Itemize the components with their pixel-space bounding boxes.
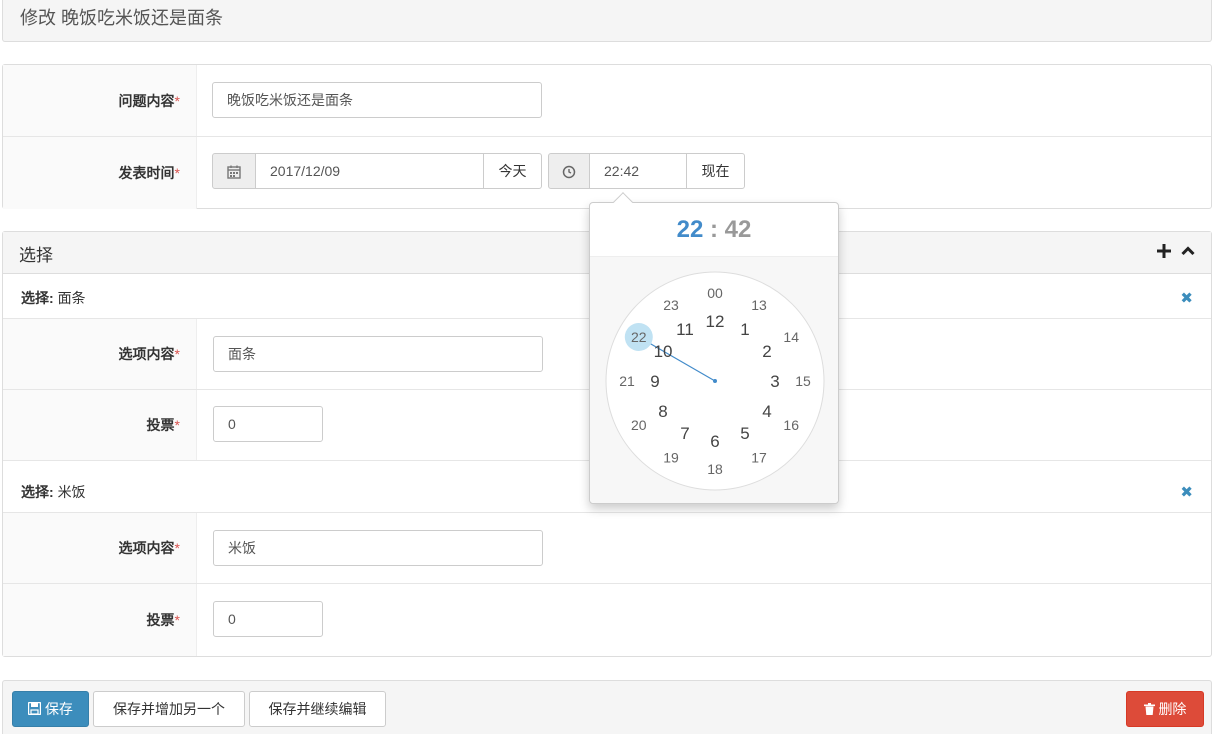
clock-hour-outer[interactable]: 18 bbox=[707, 461, 723, 477]
time-separator: : bbox=[710, 216, 718, 243]
clock-icon bbox=[548, 153, 590, 189]
clock-hour-inner[interactable]: 12 bbox=[706, 312, 725, 331]
trash-icon bbox=[1143, 703, 1155, 715]
clock-hour-inner[interactable]: 4 bbox=[762, 402, 771, 421]
required-mark: * bbox=[174, 346, 180, 362]
clock-dial[interactable]: 00131415161718192021222312 1234567891011 bbox=[590, 257, 840, 503]
required-mark: * bbox=[174, 165, 180, 181]
required-mark: * bbox=[174, 540, 180, 556]
choice-content-label: 选项内容 bbox=[118, 346, 175, 362]
clock-hour-inner[interactable]: 7 bbox=[680, 424, 689, 443]
minute-display[interactable]: 42 bbox=[725, 216, 752, 243]
page-header: 修改 晚饭吃米饭还是面条 bbox=[2, 0, 1212, 42]
remove-choice-icon[interactable]: ✖ bbox=[1180, 483, 1193, 501]
votes-label: 投票 bbox=[146, 417, 175, 433]
clock-hour-inner[interactable]: 11 bbox=[676, 320, 694, 339]
page-title: 修改 晚饭吃米饭还是面条 bbox=[20, 8, 223, 28]
clock-hour-inner[interactable]: 2 bbox=[762, 342, 771, 361]
date-input[interactable]: 2017/12/09 bbox=[255, 153, 484, 189]
choice-name: 面条 bbox=[57, 290, 86, 306]
choice-title: 选择: 面条 bbox=[21, 290, 86, 306]
required-mark: * bbox=[174, 417, 180, 433]
save-button-label: 保存 bbox=[44, 701, 73, 717]
clock-picker-header: 22 : 42 bbox=[590, 203, 838, 257]
clock-center-dot bbox=[713, 379, 717, 383]
choice-title: 选择: 米饭 bbox=[21, 484, 86, 500]
votes-input[interactable]: 0 bbox=[213, 406, 323, 442]
choice-content-input[interactable]: 面条 bbox=[213, 336, 543, 372]
floppy-disk-icon bbox=[27, 701, 42, 716]
clock-hour-inner[interactable]: 10 bbox=[654, 342, 673, 361]
choice-votes-row: 投票* 0 bbox=[3, 584, 1211, 656]
choice-content-label: 选项内容 bbox=[118, 540, 175, 556]
choice-content-row: 选项内容* 米饭 bbox=[3, 512, 1211, 584]
save-button[interactable]: 保存 bbox=[12, 691, 89, 727]
calendar-icon bbox=[212, 153, 256, 189]
question-label: 问题内容 bbox=[118, 92, 175, 109]
delete-button-label: 删除 bbox=[1158, 701, 1187, 717]
clock-hour-inner[interactable]: 8 bbox=[658, 402, 667, 421]
clock-picker: 22 : 42 00 13 14 15 16 17 18 19 20 21 22 23 12 1 2 3 4 5 6… bbox=[589, 192, 839, 504]
clock-hour-inner[interactable]: 5 bbox=[740, 424, 749, 443]
choice-name: 米饭 bbox=[57, 484, 86, 500]
required-mark: * bbox=[174, 612, 180, 628]
clock-hour-outer[interactable]: 17 bbox=[751, 449, 767, 465]
clock-hour-outer[interactable]: 20 bbox=[631, 417, 647, 433]
save-and-continue-button[interactable]: 保存并继续编辑 bbox=[249, 691, 386, 727]
choices-box-title: 选择 bbox=[19, 246, 53, 265]
clock-picker-body: 00 13 14 15 16 17 18 19 20 21 22 23 12 1 2 3 4 5 6 7 8 9 10 11 bbox=[590, 257, 838, 503]
remove-choice-icon[interactable]: ✖ bbox=[1180, 289, 1193, 307]
required-mark: * bbox=[174, 92, 180, 109]
save-and-add-button[interactable]: 保存并增加另一个 bbox=[93, 691, 245, 727]
clock-hour-outer[interactable]: 22 bbox=[631, 329, 647, 345]
clock-hour-outer[interactable]: 16 bbox=[783, 417, 799, 433]
clock-hour-inner[interactable]: 6 bbox=[710, 432, 719, 451]
chevron-up-icon[interactable] bbox=[1181, 242, 1195, 262]
clock-hour-outer[interactable]: 15 bbox=[795, 373, 811, 389]
hour-display[interactable]: 22 bbox=[677, 216, 704, 243]
today-button[interactable]: 今天 bbox=[483, 153, 542, 189]
form-actions: 保存 保存并增加另一个 保存并继续编辑 删除 bbox=[2, 680, 1212, 734]
clock-hour-inner[interactable]: 1 bbox=[740, 320, 749, 339]
choice-content-input[interactable]: 米饭 bbox=[213, 530, 543, 566]
delete-button[interactable]: 删除 bbox=[1126, 691, 1204, 727]
clock-hour-inner[interactable]: 9 bbox=[650, 372, 659, 391]
plus-icon[interactable] bbox=[1157, 242, 1171, 262]
votes-label: 投票 bbox=[146, 612, 175, 628]
now-button[interactable]: 现在 bbox=[686, 153, 745, 189]
question-input[interactable]: 晚饭吃米饭还是面条 bbox=[212, 82, 542, 118]
clock-hour-outer[interactable]: 23 bbox=[663, 297, 679, 313]
publish-time-label: 发表时间 bbox=[118, 165, 175, 181]
clock-hour-outer[interactable]: 19 bbox=[663, 449, 679, 465]
clock-hour-outer[interactable]: 13 bbox=[751, 297, 767, 313]
main-form: 问题内容* 晚饭吃米饭还是面条 发表时间* 2017/12/09 今天 22:4… bbox=[2, 64, 1212, 209]
clock-hour-outer[interactable]: 21 bbox=[619, 373, 635, 389]
clock-hour-inner[interactable]: 3 bbox=[770, 372, 779, 391]
question-row: 问题内容* 晚饭吃米饭还是面条 bbox=[3, 65, 1211, 137]
publish-time-row: 发表时间* 2017/12/09 今天 22:42 现在 bbox=[3, 137, 1211, 209]
time-input[interactable]: 22:42 bbox=[589, 153, 687, 189]
votes-input[interactable]: 0 bbox=[213, 601, 323, 637]
clock-hour-outer[interactable]: 14 bbox=[783, 329, 799, 345]
clock-hour-outer[interactable]: 00 bbox=[707, 285, 723, 301]
